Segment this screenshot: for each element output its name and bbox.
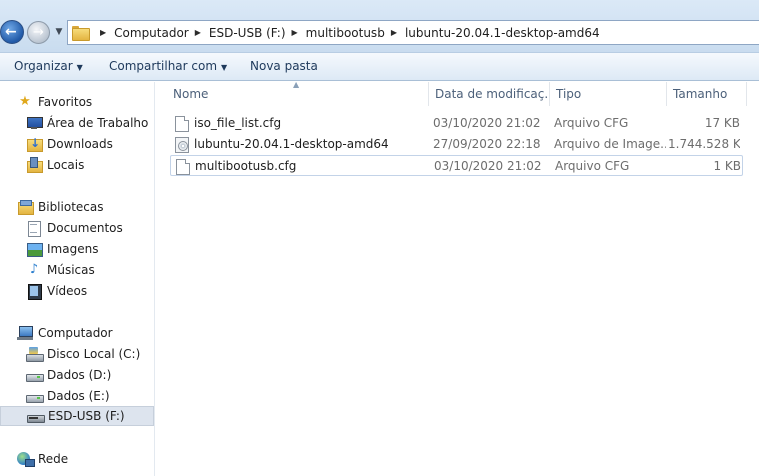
nav-item-local-disk-c[interactable]: Disco Local (C:)	[0, 344, 154, 364]
folder-icon	[72, 26, 90, 41]
nav-item-label: Dados (D:)	[47, 368, 112, 382]
file-row-selected[interactable]: multibootusb.cfg 03/10/2020 21:02 Arquiv…	[170, 155, 743, 176]
nav-favorites-label: Favoritos	[38, 95, 93, 109]
pictures-icon	[26, 241, 43, 257]
forward-button[interactable]: →	[27, 21, 50, 44]
nav-computer[interactable]: Computador	[0, 323, 154, 343]
file-icon	[176, 158, 190, 175]
network-icon	[17, 451, 35, 467]
file-list-pane: ▲ Nome Data de modificaç... Tipo Tamanho…	[156, 80, 759, 476]
places-icon	[26, 157, 43, 173]
file-name: iso_file_list.cfg	[194, 116, 282, 130]
nav-item-drive-e[interactable]: Dados (E:)	[0, 386, 154, 406]
file-size: 1 KB	[713, 159, 741, 173]
file-date: 27/09/2020 22:18	[433, 137, 541, 151]
nav-item-pictures[interactable]: Imagens	[0, 239, 154, 259]
nav-item-documents[interactable]: Documentos	[0, 218, 154, 238]
nav-item-label: Disco Local (C:)	[47, 347, 141, 361]
nav-libraries-label: Bibliotecas	[38, 200, 104, 214]
address-bar-region: ← → ▼ ▶ Computador ▶ ESD-USB (F:) ▶ mult…	[0, 0, 759, 52]
command-toolbar: Organizar ▼ Compartilhar com ▼ Nova pasta	[0, 52, 759, 81]
file-date: 03/10/2020 21:02	[434, 159, 542, 173]
share-label: Compartilhar com	[109, 59, 218, 73]
nav-item-places[interactable]: Locais	[0, 155, 154, 175]
file-name: lubuntu-20.04.1-desktop-amd64	[194, 137, 389, 151]
chevron-down-icon: ▼	[221, 63, 228, 72]
breadcrumb-separator-icon[interactable]: ▶	[292, 28, 298, 37]
column-header-size[interactable]: Tamanho	[667, 82, 747, 106]
breadcrumb-computer[interactable]: Computador	[114, 26, 189, 40]
nav-item-label: ESD-USB (F:)	[48, 409, 125, 423]
nav-item-label: Documentos	[47, 221, 123, 235]
file-size: 17 KB	[704, 116, 740, 130]
nav-item-usb-f[interactable]: ESD-USB (F:)	[0, 406, 154, 426]
nav-item-drive-d[interactable]: Dados (D:)	[0, 365, 154, 385]
new-folder-button[interactable]: Nova pasta	[250, 53, 318, 81]
breadcrumb-multibootusb[interactable]: multibootusb	[306, 26, 385, 40]
share-button[interactable]: Compartilhar com ▼	[109, 53, 227, 81]
breadcrumb-separator-icon[interactable]: ▶	[391, 28, 397, 37]
breadcrumb-separator-icon[interactable]: ▶	[100, 28, 106, 37]
nav-item-label: Locais	[47, 158, 85, 172]
file-row[interactable]: iso_file_list.cfg 03/10/2020 21:02 Arqui…	[170, 113, 743, 134]
recent-pages-dropdown[interactable]: ▼	[53, 26, 65, 38]
chevron-down-icon: ▼	[76, 63, 83, 72]
nav-network-label: Rede	[38, 452, 69, 466]
usb-drive-icon	[27, 408, 45, 424]
star-icon: ★	[19, 94, 31, 109]
breadcrumb-lubuntu[interactable]: lubuntu-20.04.1-desktop-amd64	[405, 26, 600, 40]
desktop-icon	[26, 115, 43, 131]
nav-item-label: Dados (E:)	[47, 389, 110, 403]
column-header-date[interactable]: Data de modificaç...	[429, 82, 550, 106]
organize-button[interactable]: Organizar ▼	[14, 53, 83, 81]
file-name-cell: lubuntu-20.04.1-desktop-amd64	[175, 134, 425, 155]
nav-item-downloads[interactable]: Downloads	[0, 134, 154, 154]
file-name: multibootusb.cfg	[195, 159, 297, 173]
downloads-icon	[26, 135, 43, 152]
local-disk-icon	[26, 346, 44, 362]
breadcrumb-separator-icon[interactable]: ▶	[195, 28, 201, 37]
music-icon: ♪	[29, 262, 39, 277]
column-header-name[interactable]: Nome	[167, 82, 429, 106]
file-type: Arquivo CFG	[555, 159, 630, 173]
address-bar[interactable]: ▶ Computador ▶ ESD-USB (F:) ▶ multibootu…	[67, 20, 759, 45]
new-folder-label: Nova pasta	[250, 59, 318, 73]
file-row[interactable]: lubuntu-20.04.1-desktop-amd64 27/09/2020…	[170, 134, 743, 155]
nav-item-label: Área de Trabalho	[47, 116, 149, 130]
file-icon	[175, 115, 189, 132]
back-button[interactable]: ←	[0, 20, 24, 44]
nav-favorites[interactable]: ★ Favoritos	[0, 92, 154, 112]
videos-icon	[26, 283, 42, 300]
navigation-pane: ★ Favoritos Área de Trabalho Downloads L…	[0, 82, 155, 476]
file-name-cell: multibootusb.cfg	[176, 156, 426, 177]
nav-computer-label: Computador	[38, 326, 113, 340]
nav-item-desktop[interactable]: Área de Trabalho	[0, 113, 154, 133]
libraries-icon	[17, 199, 34, 215]
breadcrumb-usb-drive[interactable]: ESD-USB (F:)	[209, 26, 286, 40]
nav-item-music[interactable]: ♪ Músicas	[0, 260, 154, 280]
nav-item-label: Vídeos	[47, 284, 88, 298]
file-type: Arquivo CFG	[554, 116, 629, 130]
drive-icon	[26, 367, 44, 383]
nav-network[interactable]: Rede	[0, 449, 154, 469]
nav-item-label: Imagens	[47, 242, 99, 256]
nav-item-videos[interactable]: Vídeos	[0, 281, 154, 301]
nav-libraries[interactable]: Bibliotecas	[0, 197, 154, 217]
forward-arrow-icon: →	[33, 25, 44, 40]
nav-item-label: Downloads	[47, 137, 113, 151]
file-type: Arquivo de Image...	[554, 137, 666, 151]
documents-icon	[26, 220, 42, 237]
file-date: 03/10/2020 21:02	[433, 116, 541, 130]
file-name-cell: iso_file_list.cfg	[175, 113, 425, 134]
disc-image-icon	[175, 136, 189, 153]
computer-icon	[17, 325, 33, 341]
drive-icon	[26, 388, 44, 404]
nav-item-label: Músicas	[47, 263, 95, 277]
organize-label: Organizar	[14, 59, 73, 73]
file-size: 1.744.528 KB	[668, 137, 740, 151]
column-header-row: ▲ Nome Data de modificaç... Tipo Tamanho	[156, 80, 759, 106]
column-header-type[interactable]: Tipo	[550, 82, 667, 106]
back-arrow-icon: ←	[5, 24, 17, 40]
